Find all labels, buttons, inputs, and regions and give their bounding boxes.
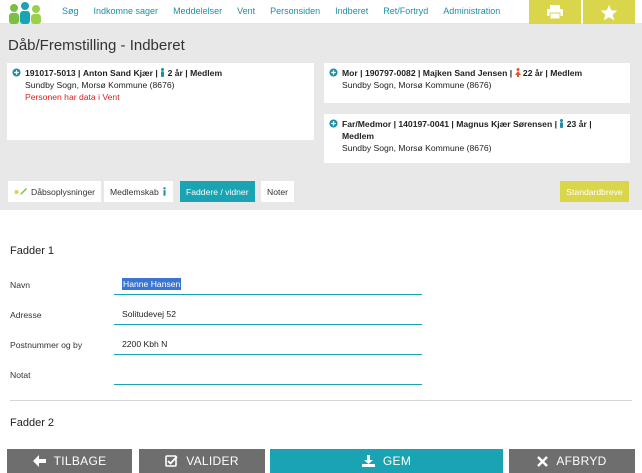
star-icon <box>600 4 618 20</box>
mother-cpr[interactable]: 190797-0082 <box>365 68 416 78</box>
postnummer-value: 2200 Kbh N <box>122 338 168 349</box>
save-button[interactable]: GEM <box>270 449 503 473</box>
mother-name: Majken Sand Jensen <box>422 68 508 78</box>
male-person-icon <box>161 68 165 77</box>
nav-item-administration[interactable]: Administration <box>443 6 500 16</box>
nav-item-ret-fortryd[interactable]: Ret/Fortryd <box>383 6 428 16</box>
download-icon <box>361 455 375 467</box>
child-person-card: 191017-5013 | Anton Sand Kjær | 2 år | M… <box>7 63 314 140</box>
father-cpr[interactable]: 140197-0041 <box>398 119 449 129</box>
nav-item-meddelelser[interactable]: Meddelelser <box>173 6 222 16</box>
cancel-label: AFBRYD <box>556 454 607 468</box>
expand-plus-icon[interactable] <box>329 119 338 128</box>
standardbreve-button[interactable]: Standardbreve <box>560 181 629 202</box>
mother-person-card: Mor | 190797-0082 | Majken Sand Jensen |… <box>324 63 630 103</box>
save-label: GEM <box>382 454 412 468</box>
father-location: Sundby Sogn, Morsø Kommune (8676) <box>342 143 492 153</box>
nav-item-vent[interactable]: Vent <box>237 6 255 16</box>
adresse-label: Adresse <box>10 310 42 320</box>
main-nav: Søg Indkomne sager Meddelelser Vent Pers… <box>62 6 515 16</box>
child-location: Sundby Sogn, Morsø Kommune (8676) <box>25 80 175 90</box>
child-name: Anton Sand Kjær <box>82 68 154 78</box>
tab-medlemskab-label: Medlemskab <box>110 186 159 197</box>
child-warning: Personen har data i Vent <box>25 92 120 102</box>
father-person-card: Far/Medmor | 140197-0041 | Magnus Kjær S… <box>324 114 630 163</box>
postnummer-label: Postnummer og by <box>10 340 83 350</box>
adresse-value: Solitudevej 52 <box>122 308 176 319</box>
child-status: Medlem <box>190 68 223 78</box>
validate-label: VALIDER <box>186 454 239 468</box>
back-label: TILBAGE <box>53 454 107 468</box>
info-icon <box>163 187 166 196</box>
top-navigation-bar: Søg Indkomne sager Meddelelser Vent Pers… <box>0 0 642 24</box>
validate-button[interactable]: VALIDER <box>139 449 265 473</box>
nav-item-indberet[interactable]: Indberet <box>335 6 368 16</box>
father-age: 23 år <box>566 119 587 129</box>
fadder-2-title: Fadder 2 <box>10 417 55 429</box>
expand-plus-icon[interactable] <box>329 68 338 77</box>
tab-noter[interactable]: Noter <box>261 181 295 202</box>
tab-faddere-vidner-label: Faddere / vidner <box>186 186 249 197</box>
fadder-1-title: Fadder 1 <box>10 245 55 257</box>
mother-status: Medlem <box>550 68 583 78</box>
tab-medlemskab[interactable]: Medlemskab <box>104 181 173 202</box>
female-person-icon <box>514 68 521 77</box>
app-logo[interactable] <box>6 2 46 24</box>
tab-daabsoplysninger[interactable]: Dåbsoplysninger <box>8 181 102 202</box>
favorite-button[interactable] <box>583 0 635 24</box>
father-status: Medlem <box>342 131 374 141</box>
father-name: Magnus Kjær Sørensen <box>456 119 553 129</box>
arrow-left-icon <box>32 455 46 467</box>
back-button[interactable]: TILBAGE <box>7 449 132 473</box>
standardbreve-label: Standardbreve <box>566 186 623 197</box>
checkbox-check-icon <box>165 455 178 467</box>
tab-noter-label: Noter <box>267 186 289 197</box>
navn-field[interactable]: Hanne Hansen <box>114 273 422 295</box>
section-divider <box>10 400 632 401</box>
tab-faddere-vidner[interactable]: Faddere / vidner <box>180 181 255 202</box>
bottom-action-bar: TILBAGE VALIDER GEM AFBRYD <box>0 447 642 473</box>
cancel-button[interactable]: AFBRYD <box>509 449 635 473</box>
notat-label: Notat <box>10 370 31 380</box>
navn-label: Navn <box>10 280 31 290</box>
navn-value: Hanne Hansen <box>122 277 182 290</box>
postnummer-field[interactable]: 2200 Kbh N <box>114 333 422 355</box>
page-title: Dåb/Fremstilling - Indberet <box>8 37 185 54</box>
mother-location: Sundby Sogn, Morsø Kommune (8676) <box>342 80 492 90</box>
mother-age: 22 år <box>522 68 543 78</box>
expand-plus-icon[interactable] <box>12 68 21 77</box>
child-age: 2 år <box>167 68 183 78</box>
child-cpr[interactable]: 191017-5013 <box>25 68 76 78</box>
print-button[interactable] <box>529 0 581 24</box>
nav-item-soeg[interactable]: Søg <box>62 6 79 16</box>
close-icon <box>537 455 549 467</box>
pencil-icon <box>14 188 27 195</box>
mother-role: Mor <box>342 68 358 78</box>
notat-field[interactable] <box>114 363 422 385</box>
printer-icon <box>547 5 563 20</box>
male-person-icon <box>560 119 564 128</box>
tab-daabsoplysninger-label: Dåbsoplysninger <box>31 186 96 197</box>
nav-item-personsiden[interactable]: Personsiden <box>270 6 320 16</box>
adresse-field[interactable]: Solitudevej 52 <box>114 303 422 325</box>
father-role: Far/Medmor <box>342 119 392 129</box>
nav-item-indkomne-sager[interactable]: Indkomne sager <box>94 6 159 16</box>
